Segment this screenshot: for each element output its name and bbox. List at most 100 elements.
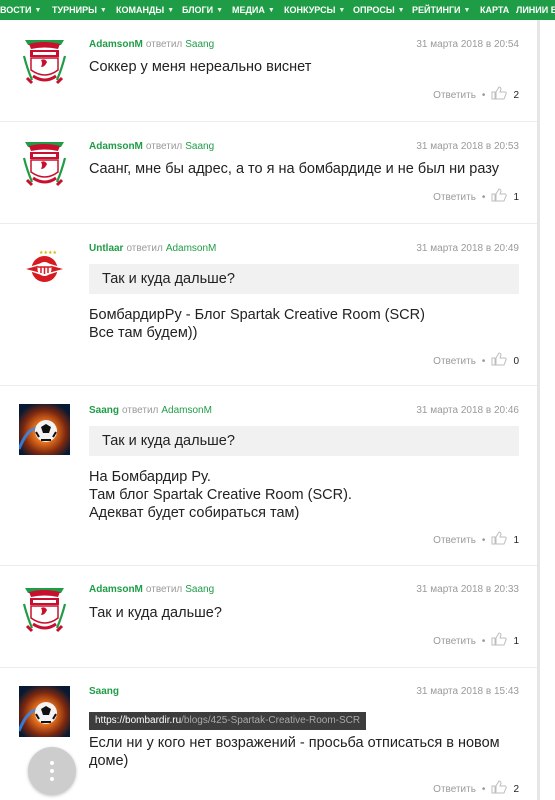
nav-item-map[interactable]: КАРТА: [480, 0, 512, 20]
replied-label: ответил: [145, 141, 183, 152]
author-link[interactable]: Saang: [89, 686, 119, 697]
nav-item-contests[interactable]: КОНКУРСЫ ▼: [284, 0, 348, 20]
nav-item-media[interactable]: МЕДИА ▼: [232, 0, 278, 20]
reply-target-link[interactable]: Saang: [185, 39, 214, 50]
comment-text: Сaанг, мне бы адрес, а то я на бомбардид…: [89, 161, 499, 177]
reply-button[interactable]: Ответить: [433, 535, 476, 546]
thumbs-up-icon[interactable]: [491, 531, 508, 545]
chevron-down-icon: ▼: [99, 7, 107, 14]
reply-target-link[interactable]: AdamsonM: [166, 243, 217, 254]
author-link[interactable]: AdamsonM: [89, 584, 143, 595]
link-preview[interactable]: https://bombardir.ru/blogs/425-Spartak-C…: [89, 712, 367, 730]
comment-text: На Бомбардир Ру.: [89, 469, 211, 485]
quoted-text: Так и куда дальше?: [89, 264, 519, 294]
comment-item: Saang 31 марта 2018 в 15:43 https://bomb…: [0, 668, 537, 800]
comment-actions: Ответить • 0: [433, 352, 519, 369]
avatar[interactable]: [19, 138, 70, 189]
comment-meta: Saang ответил AdamsonM: [89, 404, 212, 418]
quoted-text: Так и куда дальше?: [89, 426, 519, 456]
avatar[interactable]: [19, 584, 70, 635]
avatar[interactable]: [19, 404, 70, 455]
replied-label: ответил: [145, 584, 183, 595]
avatar[interactable]: [19, 36, 70, 87]
reply-target-link[interactable]: AdamsonM: [161, 405, 212, 416]
separator: •: [481, 90, 486, 101]
scrollbar[interactable]: [537, 20, 540, 800]
reply-button[interactable]: Ответить: [433, 356, 476, 367]
comment-meta: Untlaar ответил AdamsonM: [89, 242, 216, 256]
more-vertical-icon: [50, 769, 54, 773]
comment-item: AdamsonM ответил Saang 31 марта 2018 в 20:…: [0, 122, 537, 224]
chevron-down-icon: ▼: [267, 7, 275, 14]
comment-date: 31 марта 2018 в 20:33: [416, 584, 519, 595]
thumbs-up-icon[interactable]: [491, 188, 508, 202]
nav-item-tournaments[interactable]: ТУРНИРЫ ▼: [52, 0, 110, 20]
comment-item: Untlaar ответил AdamsonM 31 марта 2018 в 2…: [0, 224, 537, 386]
separator: •: [481, 535, 486, 546]
comment-text: Соккер у меня нереально виснет: [89, 59, 312, 75]
thumbs-up-icon[interactable]: [491, 632, 508, 646]
comment-text: Там блог Spartak Creative Room (SCR).: [89, 487, 352, 503]
more-vertical-icon: [50, 761, 54, 765]
comment-meta: AdamsonM ответил Saang: [89, 38, 214, 52]
chevron-down-icon: ▼: [463, 7, 471, 14]
author-link[interactable]: Saang: [89, 405, 119, 416]
comment-text: доме): [89, 753, 129, 769]
replied-label: ответил: [145, 39, 183, 50]
chevron-down-icon: ▼: [397, 7, 405, 14]
author-link[interactable]: AdamsonM: [89, 141, 143, 152]
chevron-down-icon: ▼: [34, 7, 42, 14]
chevron-down-icon: ▼: [167, 7, 175, 14]
comment-item: Saang ответил AdamsonM 31 марта 2018 в 20:…: [0, 386, 537, 566]
avatar[interactable]: [19, 240, 70, 291]
comment-item: AdamsonM ответил Saang 31 марта 2018 в 20:…: [0, 566, 537, 668]
comment-actions: Ответить • 1: [433, 531, 519, 548]
thumbs-up-icon[interactable]: [491, 352, 508, 366]
comment-text: БомбардирРу - Блог Spartak Creative Room…: [89, 307, 425, 323]
comment-date: 31 марта 2018 в 20:46: [416, 405, 519, 416]
more-menu-button[interactable]: [28, 747, 76, 795]
comment-actions: Ответить • 2: [433, 780, 519, 797]
comment-meta: AdamsonM ответил Saang: [89, 140, 214, 154]
author-link[interactable]: Untlaar: [89, 243, 123, 254]
comment-date: 31 марта 2018 в 15:43: [416, 686, 519, 697]
nav-item-polls[interactable]: ОПРОСЫ ▼: [353, 0, 408, 20]
comment-text: Если ни у кого нет возражений - просьба …: [89, 735, 500, 751]
replied-label: ответил: [122, 405, 159, 416]
nav-item-betting-lines[interactable]: ЛИНИИ БК: [516, 0, 555, 20]
comment-text: Все там будем)): [89, 325, 198, 341]
comment-meta: Saang: [89, 685, 119, 699]
nav-item-news[interactable]: ВОСТИ ▼: [0, 0, 44, 20]
reply-target-link[interactable]: Saang: [185, 584, 214, 595]
avatar[interactable]: [19, 686, 70, 737]
like-count: 2: [513, 784, 519, 795]
link-path: /blogs/425-Spartak-Creative-Room-SCR: [181, 715, 361, 726]
reply-button[interactable]: Ответить: [433, 784, 476, 795]
top-navigation: ВОСТИ ▼ ТУРНИРЫ ▼ КОМАНДЫ ▼ БЛОГИ ▼ МЕДИА ▼ К…: [0, 0, 555, 20]
nav-item-teams[interactable]: КОМАНДЫ ▼: [116, 0, 177, 20]
comment-date: 31 марта 2018 в 20:53: [416, 141, 519, 152]
thumbs-up-icon[interactable]: [491, 780, 508, 794]
comment-actions: Ответить • 1: [433, 632, 519, 649]
comment-date: 31 марта 2018 в 20:49: [416, 243, 519, 254]
comment-actions: Ответить • 1: [433, 188, 519, 205]
reply-button[interactable]: Ответить: [433, 192, 476, 203]
comment-item: AdamsonM ответил Saang 31 марта 2018 в 20:…: [0, 20, 537, 122]
comment-meta: AdamsonM ответил Saang: [89, 583, 214, 597]
reply-button[interactable]: Ответить: [433, 90, 476, 101]
like-count: 2: [513, 90, 519, 101]
comment-actions: Ответить • 2: [433, 86, 519, 103]
nav-item-blogs[interactable]: БЛОГИ ▼: [182, 0, 226, 20]
chevron-down-icon: ▼: [338, 7, 346, 14]
replied-label: ответил: [126, 243, 163, 254]
reply-button[interactable]: Ответить: [433, 636, 476, 647]
separator: •: [481, 192, 486, 203]
author-link[interactable]: AdamsonM: [89, 39, 143, 50]
thumbs-up-icon[interactable]: [491, 86, 508, 100]
chevron-down-icon: ▼: [216, 7, 224, 14]
reply-target-link[interactable]: Saang: [185, 141, 214, 152]
nav-item-ratings[interactable]: РЕЙТИНГИ ▼: [412, 0, 473, 20]
like-count: 1: [513, 535, 519, 546]
like-count: 1: [513, 192, 519, 203]
comment-date: 31 марта 2018 в 20:54: [416, 39, 519, 50]
